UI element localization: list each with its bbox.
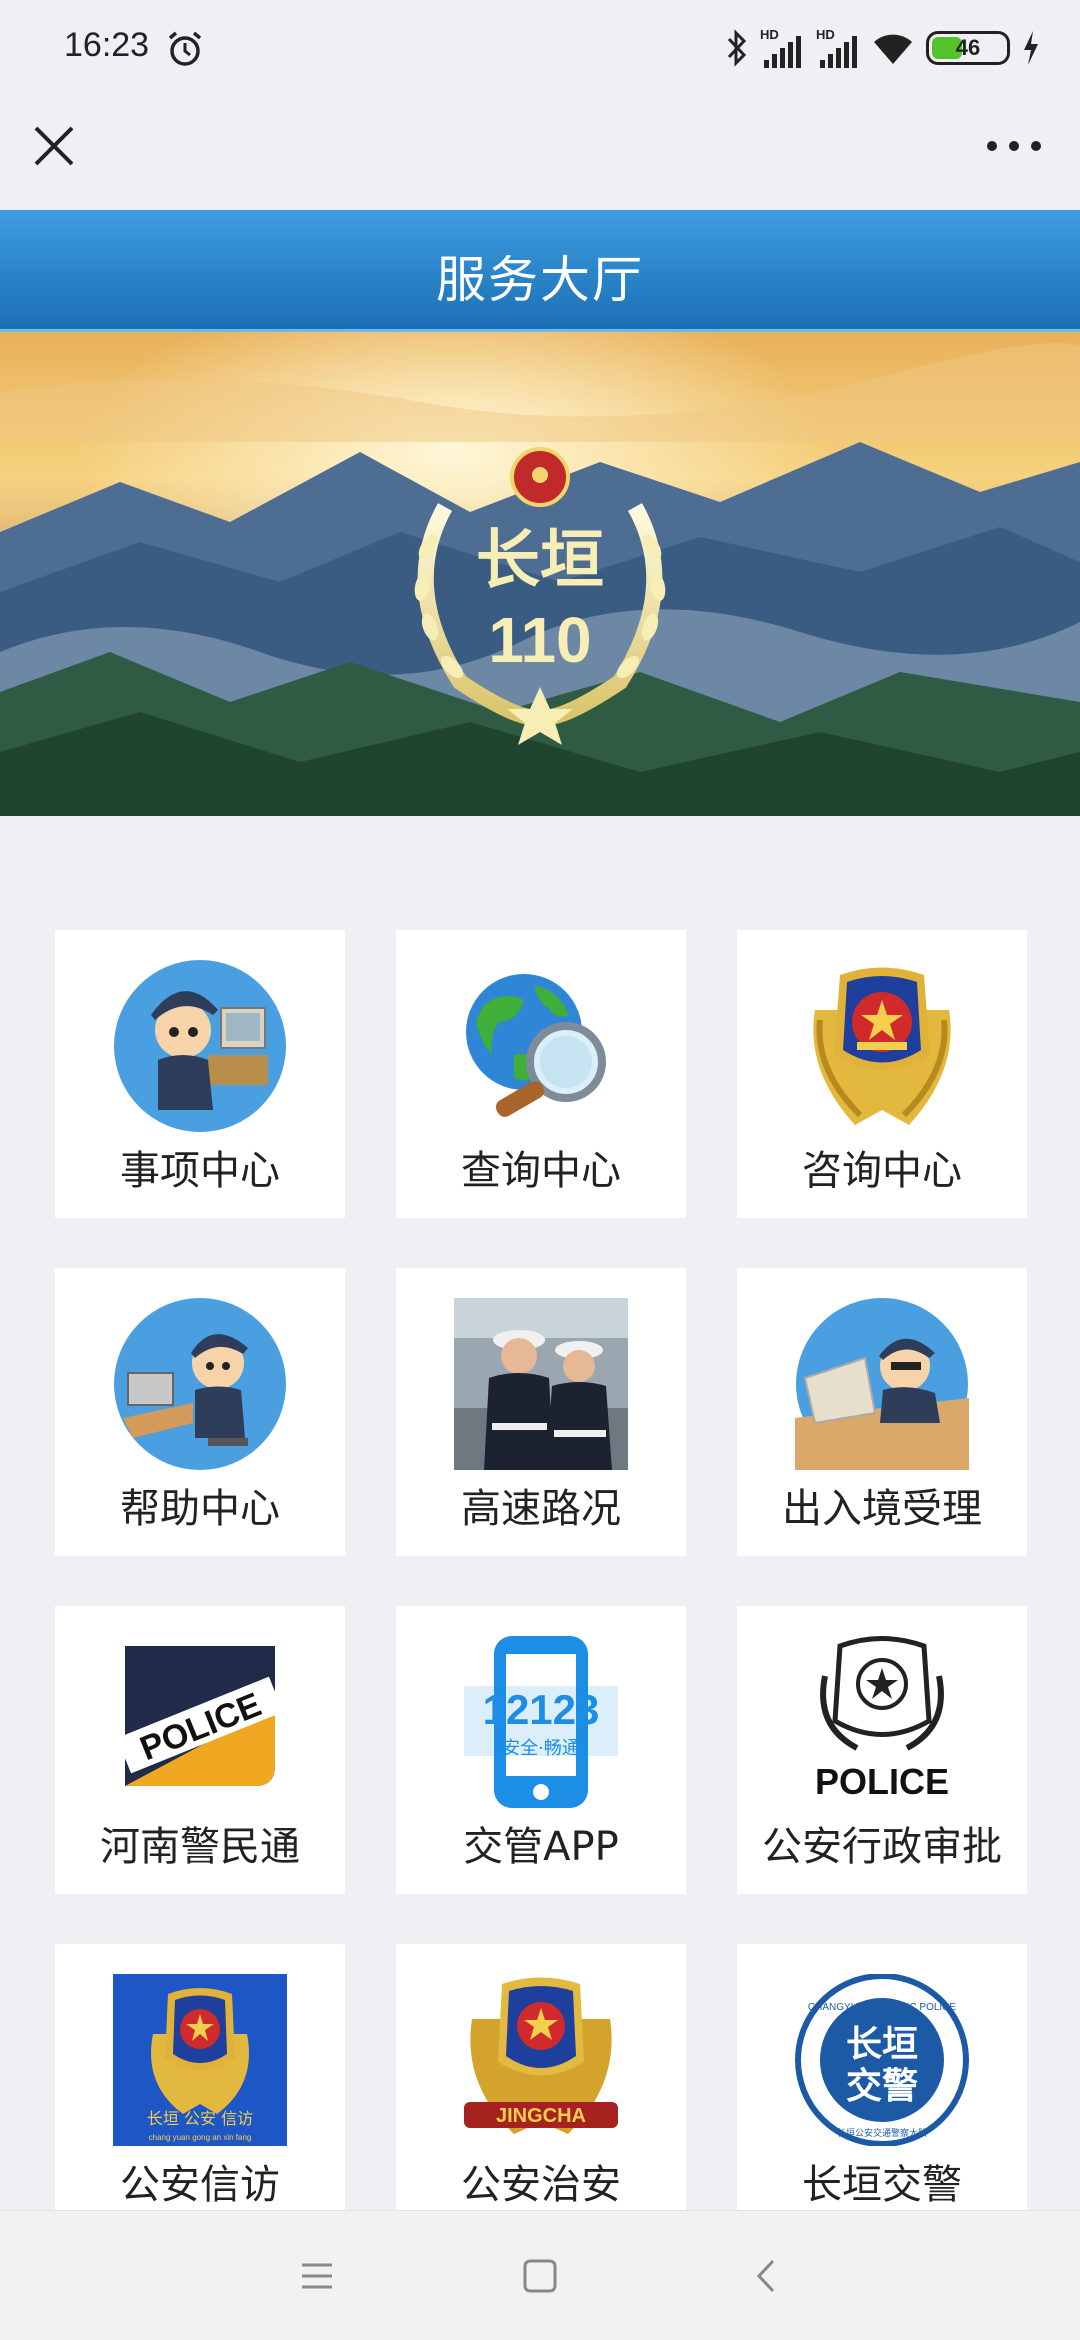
traffic-police-photo-icon <box>454 1298 628 1470</box>
menu-icon[interactable] <box>294 2253 340 2299</box>
service-card-churujing[interactable]: 出入境受理 <box>737 1268 1027 1556</box>
wifi-icon <box>874 34 912 64</box>
seal-line2: 交警 <box>846 2065 918 2107</box>
service-card-xingzheng[interactable]: POLICE 公安行政审批 <box>737 1606 1027 1894</box>
status-bar: 16:23 HD HD 46 <box>0 0 1080 100</box>
service-card-zixun[interactable]: 咨询中心 <box>737 930 1027 1218</box>
back-icon[interactable] <box>744 2253 790 2299</box>
page-title: 服务大厅 <box>436 251 644 309</box>
service-card-chaxun[interactable]: 查询中心 <box>396 930 686 1218</box>
service-card-jiaoguan[interactable]: 12123 安全·畅通 交管APP <box>396 1606 686 1894</box>
police-emblem-icon <box>795 960 969 1132</box>
service-label: 公安行政审批 <box>762 1824 1002 1870</box>
service-card-shixiang[interactable]: 事项中心 <box>55 930 345 1218</box>
service-label: 公安治安 <box>461 2162 621 2208</box>
more-icon[interactable] <box>986 134 1042 158</box>
jingcha-text: JINGCHA <box>496 2105 586 2127</box>
officer-desk-icon <box>113 1298 287 1470</box>
seal-ring-bottom: 长垣公安交通警察大队 <box>837 2127 927 2139</box>
seal-line1: 长垣 <box>846 2024 918 2065</box>
emblem-line2: 110 <box>488 604 591 676</box>
bluetooth-icon <box>727 29 747 67</box>
service-label: 咨询中心 <box>802 1148 962 1194</box>
police-logo-icon: POLICE <box>795 1636 969 1808</box>
status-icons: HD HD 46 <box>726 26 1040 70</box>
banner: 长垣 110 <box>0 332 1080 816</box>
police-logo-text: POLICE <box>815 1761 949 1802</box>
officer-parcel-icon <box>795 1298 969 1470</box>
service-label: 出入境受理 <box>782 1486 982 1532</box>
officer-computer-icon <box>113 960 287 1132</box>
service-grid: 事项中心 查询中心 咨询中心 帮助中心 高速路况 出入境受理 POLICE 河南… <box>55 930 1030 2210</box>
petition-pinyin: chang yuan gong an xin fang <box>149 2133 252 2142</box>
service-label: 高速路况 <box>461 1486 621 1532</box>
service-card-bangzhu[interactable]: 帮助中心 <box>55 1268 345 1556</box>
emblem-line1: 长垣 <box>476 524 604 598</box>
service-label: 查询中心 <box>461 1148 621 1194</box>
signal-hd-icon: HD <box>760 27 801 68</box>
service-label: 事项中心 <box>120 1148 280 1194</box>
svg-text:HD: HD <box>816 27 835 42</box>
nav-bar <box>0 100 1080 210</box>
jingcha-emblem-icon: JINGCHA <box>454 1974 628 2146</box>
service-label: 公安信访 <box>120 2162 280 2208</box>
svg-text:HD: HD <box>760 27 779 42</box>
close-icon[interactable] <box>30 122 78 170</box>
petition-emblem-icon: 长垣 公安 信访 chang yuan gong an xin fang <box>113 1974 287 2146</box>
globe-search-icon <box>454 960 628 1132</box>
service-card-jingmintong[interactable]: POLICE 河南警民通 <box>55 1606 345 1894</box>
service-label: 帮助中心 <box>120 1486 280 1532</box>
service-card-zhian[interactable]: JINGCHA 公安治安 <box>396 1944 686 2210</box>
petition-caption: 长垣 公安 信访 <box>147 2109 253 2128</box>
service-card-gaosu[interactable]: 高速路况 <box>396 1268 686 1556</box>
phone-number-text: 12123 <box>483 1686 600 1733</box>
title-bar: 服务大厅 <box>0 210 1080 332</box>
service-label: 交管APP <box>463 1824 619 1870</box>
charging-icon <box>1024 31 1038 65</box>
battery-icon: 46 <box>926 31 1010 65</box>
signal-hd-icon: HD <box>816 27 857 68</box>
service-card-jiaojing[interactable]: CHANGYUAN TRAFFIC POLICE 长垣 交警 长垣公安交通警察大… <box>737 1944 1027 2210</box>
phone-12123-icon: 12123 安全·畅通 <box>454 1636 628 1808</box>
status-time: 16:23 <box>64 26 150 64</box>
service-card-xinfang[interactable]: 长垣 公安 信访 chang yuan gong an xin fang 公安信… <box>55 1944 345 2210</box>
banner-image: 长垣 110 <box>0 332 1080 816</box>
service-label: 河南警民通 <box>100 1824 300 1870</box>
service-label: 长垣交警 <box>802 2162 962 2208</box>
police-badge-icon: POLICE <box>113 1636 287 1808</box>
home-icon[interactable] <box>517 2253 563 2299</box>
system-nav-bar <box>0 2210 1080 2340</box>
phone-slogan-text: 安全·畅通 <box>502 1738 580 1759</box>
alarm-icon <box>168 31 202 66</box>
battery-level: 46 <box>955 35 981 60</box>
traffic-police-seal-icon: CHANGYUAN TRAFFIC POLICE 长垣 交警 长垣公安交通警察大… <box>795 1974 969 2146</box>
seal-ring-top: CHANGYUAN TRAFFIC POLICE <box>808 2002 956 2013</box>
